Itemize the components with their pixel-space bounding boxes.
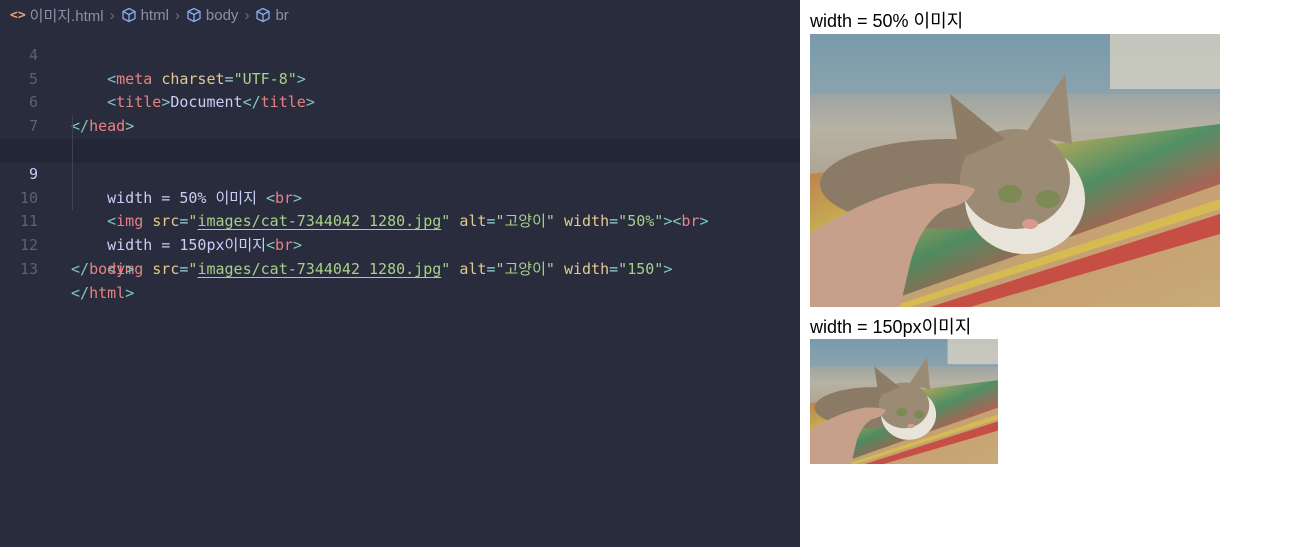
browser-preview: width = 50% 이미지 width = 150px이미지: [800, 0, 1302, 547]
indent-guide: [72, 115, 73, 139]
preview-label-50: width = 50% 이미지: [810, 11, 964, 31]
code-line[interactable]: 11 <img src="images/cat-7344042_1280.jpg…: [0, 186, 800, 278]
code-line[interactable]: 13 </html>: [0, 234, 800, 302]
code-text: <img src="images/cat-7344042_1280.jpg" a…: [107, 259, 673, 278]
code-editor[interactable]: <> 이미지.html › html › body › br 4 <meta c…: [0, 0, 800, 547]
cat-image-small: [810, 339, 998, 464]
code-line[interactable]: 5 <title>Document</title>: [0, 44, 800, 112]
line-number: 13: [19, 259, 38, 278]
code-text: </html>: [71, 283, 135, 302]
src-link[interactable]: images/cat-7344042_1280.jpg: [197, 260, 441, 278]
code-line[interactable]: 12 </body>: [0, 210, 800, 278]
code-line[interactable]: 4 <meta charset="UTF-8">: [0, 20, 800, 88]
code-line[interactable]: 7 <body>: [0, 91, 800, 159]
indent-guide: [72, 138, 73, 163]
code-line[interactable]: 10 width = 150px이미지<br>: [0, 162, 800, 254]
code-line[interactable]: 6 </head>: [0, 68, 800, 135]
code-line-active[interactable]: 9 <img src="images/cat-7344042_1280.jpg"…: [0, 138, 800, 230]
code-text: </body>: [71, 259, 135, 278]
preview-label-150: width = 150px이미지: [810, 317, 972, 337]
cat-image-large: [810, 34, 1220, 307]
indent-guide: [72, 186, 73, 211]
indent-guide: [72, 162, 73, 187]
code-line[interactable]: 8 width = 50% 이미지 <br>: [0, 115, 800, 207]
code-area[interactable]: 4 <meta charset="UTF-8"> 5 <title>Docume…: [0, 20, 800, 302]
